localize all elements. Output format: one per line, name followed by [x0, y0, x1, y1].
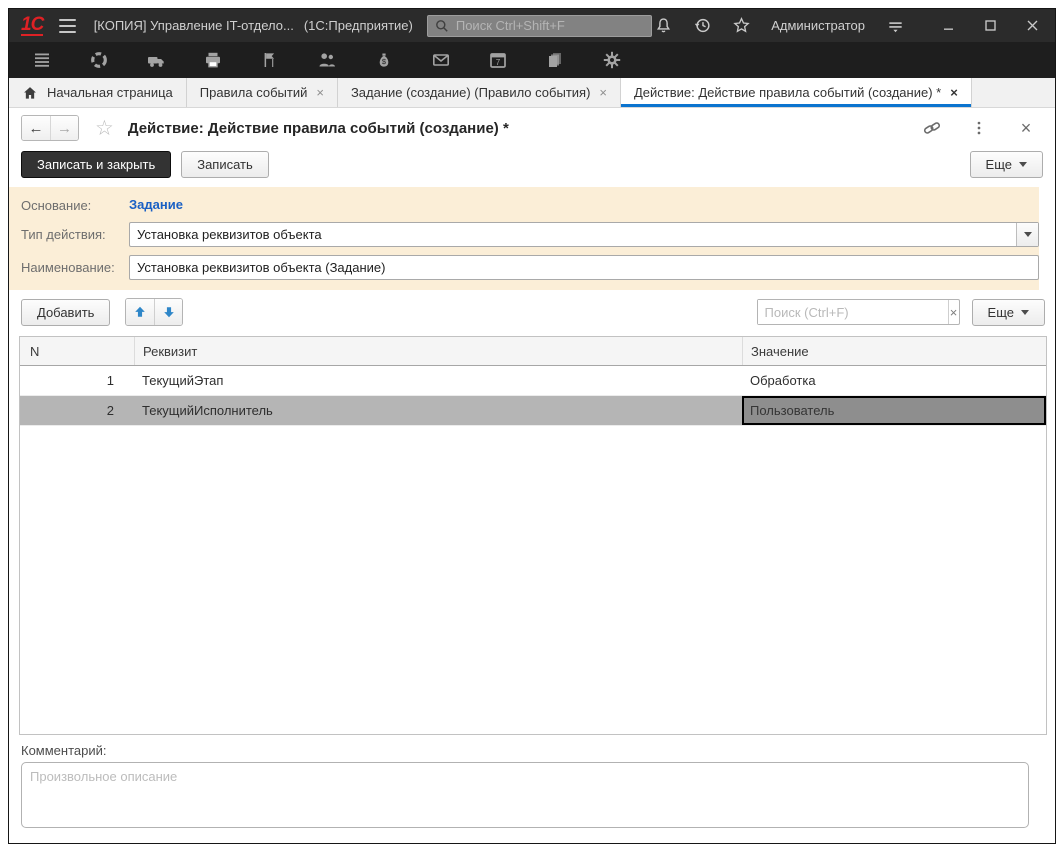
more-menu-icon[interactable] — [968, 117, 990, 139]
comment-textarea[interactable] — [21, 762, 1029, 828]
table-more-label: Еще — [988, 305, 1014, 320]
base-label: Основание: — [21, 198, 129, 213]
calendar-icon[interactable]: 7 — [487, 49, 509, 71]
save-button[interactable]: Записать — [181, 151, 269, 178]
table-toolbar: Добавить Еще — [9, 290, 1055, 334]
transport-icon[interactable] — [145, 49, 167, 71]
main-menu-icon[interactable] — [59, 19, 75, 33]
tab-label: Задание (создание) (Правило события) — [351, 85, 590, 100]
gear-icon[interactable] — [601, 49, 623, 71]
search-icon — [434, 18, 450, 34]
action-type-dropdown-button[interactable] — [1016, 223, 1038, 246]
notifications-bell-icon[interactable] — [652, 15, 674, 37]
base-value-link[interactable]: Задание — [129, 197, 183, 212]
1c-logo-icon: 1С — [21, 15, 43, 36]
get-link-icon[interactable] — [921, 117, 943, 139]
copy-icon[interactable] — [544, 49, 566, 71]
more-button-label: Еще — [986, 157, 1012, 172]
dashboard-icon[interactable] — [88, 49, 110, 71]
tab-home[interactable]: Начальная страница — [9, 78, 187, 107]
tab-task-create[interactable]: Задание (создание) (Правило события) — [338, 78, 621, 107]
app-window: 1С [КОПИЯ] Управление IT-отдело... (1С:П… — [8, 8, 1056, 844]
row-number[interactable]: 1 — [20, 366, 134, 395]
home-icon — [22, 85, 38, 101]
row-number[interactable]: 2 — [20, 396, 134, 425]
maximize-button[interactable] — [979, 15, 1001, 37]
tab-action-create[interactable]: Действие: Действие правила событий (созд… — [621, 78, 972, 107]
chevron-down-icon — [1024, 232, 1032, 237]
comment-section: Комментарий: — [9, 735, 1055, 843]
functions-menu-icon[interactable] — [31, 49, 53, 71]
printer-icon[interactable] — [202, 49, 224, 71]
users-icon[interactable] — [316, 49, 338, 71]
value-cell[interactable]: Пользователь — [742, 396, 1046, 425]
table-search[interactable] — [757, 299, 960, 325]
current-user[interactable]: Администратор — [771, 18, 865, 33]
value-cell[interactable]: Обработка — [742, 366, 1046, 395]
global-search[interactable] — [427, 15, 652, 37]
chevron-down-icon — [1021, 310, 1029, 315]
table-header: N Реквизит Значение — [20, 337, 1046, 366]
minimize-button[interactable] — [937, 15, 959, 37]
tab-close-icon[interactable] — [599, 85, 607, 100]
tab-label: Правила событий — [200, 85, 308, 100]
add-button[interactable]: Добавить — [21, 299, 110, 326]
favorites-star-icon[interactable] — [730, 15, 752, 37]
attribute-cell[interactable]: ТекущийИсполнитель — [134, 396, 742, 425]
close-form-icon[interactable] — [1015, 117, 1037, 139]
table-row[interactable]: 1ТекущийЭтапОбработка — [20, 366, 1046, 396]
comment-label: Комментарий: — [21, 743, 1029, 758]
attributes-table: N Реквизит Значение 1ТекущийЭтапОбработк… — [19, 336, 1047, 735]
tab-label: Начальная страница — [47, 85, 173, 100]
column-header-value[interactable]: Значение — [742, 337, 1046, 365]
chevron-down-icon — [1019, 162, 1027, 167]
title-bar: 1С [КОПИЯ] Управление IT-отдело... (1С:П… — [9, 9, 1055, 42]
history-icon[interactable] — [691, 15, 713, 37]
more-button[interactable]: Еще — [970, 151, 1043, 178]
mail-icon[interactable] — [430, 49, 452, 71]
fields-panel: Основание: Задание Тип действия: Наимено… — [9, 187, 1039, 290]
action-type-combobox[interactable] — [129, 222, 1039, 247]
save-and-close-button[interactable]: Записать и закрыть — [21, 151, 171, 178]
forward-button[interactable]: → — [50, 116, 78, 140]
tab-bar: Начальная страница Правила событий Задан… — [9, 78, 1055, 108]
table-more-button[interactable]: Еще — [972, 299, 1045, 326]
service-settings-icon[interactable] — [884, 15, 906, 37]
form-header: ← → Действие: Действие правила событий (… — [9, 108, 1055, 148]
attribute-cell[interactable]: ТекущийЭтап — [134, 366, 742, 395]
name-input[interactable] — [129, 255, 1039, 280]
table-row[interactable]: 2ТекущийИсполнительПользователь — [20, 396, 1046, 426]
command-bar: Записать и закрыть Записать Еще — [9, 148, 1055, 187]
tab-event-rules[interactable]: Правила событий — [187, 78, 338, 107]
app-mode: (1С:Предприятие) — [304, 18, 413, 33]
favorite-star-icon[interactable] — [95, 118, 114, 139]
tab-close-icon[interactable] — [950, 85, 958, 100]
svg-text:7: 7 — [496, 58, 501, 67]
form-title: Действие: Действие правила событий (созд… — [128, 120, 509, 137]
action-type-label: Тип действия: — [21, 227, 129, 242]
app-title: [КОПИЯ] Управление IT-отдело... — [94, 18, 294, 33]
sections-toolbar: $7 — [9, 42, 1055, 78]
tab-label: Действие: Действие правила событий (созд… — [634, 85, 941, 100]
money-icon[interactable]: $ — [373, 49, 395, 71]
move-down-button[interactable] — [154, 299, 182, 325]
name-label: Наименование: — [21, 260, 129, 275]
column-header-n[interactable]: N — [20, 344, 134, 359]
clear-search-icon[interactable] — [948, 300, 959, 324]
action-type-input[interactable] — [130, 223, 1016, 246]
column-header-attribute[interactable]: Реквизит — [134, 337, 742, 365]
table-search-input[interactable] — [758, 300, 948, 324]
global-search-input[interactable] — [456, 18, 645, 33]
move-up-button[interactable] — [126, 299, 154, 325]
table-body: 1ТекущийЭтапОбработка2ТекущийИсполнитель… — [20, 366, 1046, 734]
flags-icon[interactable] — [259, 49, 281, 71]
back-button[interactable]: ← — [22, 116, 50, 140]
close-window-button[interactable] — [1021, 15, 1043, 37]
tab-close-icon[interactable] — [316, 85, 324, 100]
